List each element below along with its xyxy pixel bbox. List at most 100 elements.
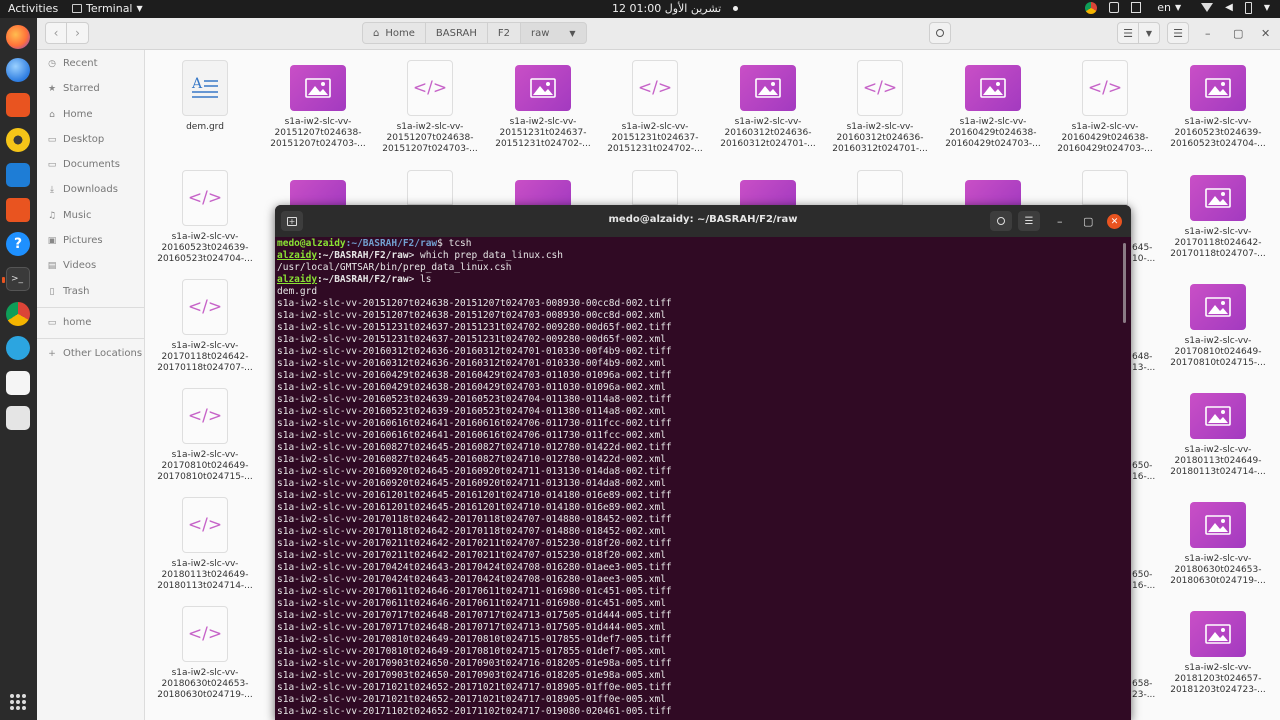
breadcrumb-raw-label: raw [530, 27, 550, 39]
thunderbird-icon[interactable] [6, 58, 30, 82]
breadcrumb-f2[interactable]: F2 [486, 22, 521, 44]
copy-tray-icon[interactable] [1109, 2, 1120, 13]
terminal-line: dem.grd [277, 286, 1117, 298]
files-icon[interactable] [6, 93, 30, 117]
file-name-fragment: 658- 23-... [1132, 679, 1156, 700]
terminal-output[interactable]: medo@alzaidy:~/BASRAH/F2/raw$ tcsh alzaid… [277, 238, 1117, 720]
prompt-path: :~/BASRAH/F2/raw [317, 274, 409, 285]
file-item[interactable]: </> s1a-iw2-slc-vv- 20180630t024653- 20180… [155, 606, 255, 701]
terminal-line: s1a-iw2-slc-vv-20160920t024645-20160920t… [277, 466, 1117, 478]
sidebar-item-label: Home [63, 109, 93, 120]
maximize-button[interactable]: ▢ [1233, 27, 1243, 40]
file-item[interactable]: </> s1a-iw2-slc-vv- 20160429t024638- 20160… [1055, 60, 1155, 155]
terminal-output-text: s1a-iw2-slc-vv-20161201t024645-20161201t… [277, 502, 666, 513]
forward-button[interactable]: › [67, 22, 89, 44]
breadcrumb-home[interactable]: ⌂ Home [362, 22, 426, 44]
file-name-fragment: 645- 10-... [1132, 243, 1156, 264]
file-name: s1a-iw2-slc-vv- 20160523t024639- 20160523t… [157, 232, 253, 264]
system-menu-caret-icon[interactable]: ▼ [1264, 3, 1270, 12]
file-name-fragment: 650- 16-... [1132, 570, 1156, 591]
writer-icon[interactable] [6, 163, 30, 187]
minimize-button[interactable]: – [1205, 27, 1211, 40]
clipboard-tray-icon[interactable] [1131, 2, 1142, 13]
file-name: s1a-iw2-slc-vv- 20180630t024653- 20180630t… [1170, 554, 1266, 586]
breadcrumb-basrah[interactable]: BASRAH [424, 22, 488, 44]
sidebar-item-music[interactable]: ♫ Music [47, 210, 92, 221]
sidebar-item-desktop[interactable]: ▭ Desktop [47, 134, 105, 145]
sidebar-item-home[interactable]: ⌂ Home [47, 109, 93, 120]
help-icon[interactable]: ? [6, 232, 30, 256]
view-options-button[interactable]: ▼ [1138, 22, 1160, 44]
terminal-output-text: s1a-iw2-slc-vv-20160523t024639-20160523t… [277, 406, 666, 417]
sidebar-item-starred[interactable]: ★ Starred [47, 83, 100, 94]
file-item[interactable]: </> s1a-iw2-slc-vv- 20151207t024638- 20151… [380, 60, 480, 155]
show-applications-icon[interactable] [10, 694, 26, 710]
file-item[interactable]: A dem.grd [155, 60, 255, 133]
chrome-icon[interactable] [6, 302, 30, 326]
file-item[interactable]: </> s1a-iw2-slc-vv- 20170810t024649- 20170… [155, 388, 255, 483]
view-list-button[interactable]: ☰ [1117, 22, 1139, 44]
chrome-tray-icon[interactable] [1085, 1, 1098, 14]
sidebar-item-videos[interactable]: ▤ Videos [47, 260, 97, 271]
file-item[interactable]: </> s1a-iw2-slc-vv- 20160312t024636- 20160… [830, 60, 930, 155]
sidebar-item-home-drive[interactable]: ▭ home [47, 317, 92, 328]
wifi-icon[interactable] [1201, 3, 1214, 12]
battery-icon[interactable] [1244, 1, 1252, 14]
terminal-line: s1a-iw2-slc-vv-20171021t024652-20171021t… [277, 682, 1117, 694]
sidebar-item-other-locations[interactable]: + Other Locations [47, 348, 142, 359]
hamburger-icon: ☰ [1024, 215, 1034, 227]
volume-icon[interactable]: ◀ [1225, 2, 1233, 13]
file-item[interactable]: </> s1a-iw2-slc-vv- 20180113t024649- 20180… [155, 497, 255, 592]
file-item[interactable]: s1a-iw2-slc-vv- 20160312t024636- 20160312t… [718, 60, 818, 150]
language-indicator[interactable]: en ▼ [1157, 1, 1181, 14]
rhythmbox-icon[interactable] [6, 128, 30, 152]
file-item[interactable]: s1a-iw2-slc-vv- 20151231t024637- 20151231t… [493, 60, 593, 150]
file-item[interactable]: s1a-iw2-slc-vv- 20160523t024639- 20160523t… [1168, 60, 1268, 150]
terminal-maximize-button[interactable]: ▢ [1083, 215, 1093, 228]
terminal-dock-icon[interactable]: >_ [2, 267, 30, 291]
file-item[interactable]: s1a-iw2-slc-vv- 20170118t024642- 20170118t… [1168, 170, 1268, 260]
terminal-output-text: s1a-iw2-slc-vv-20160920t024645-20160920t… [277, 478, 666, 489]
menu-button[interactable]: ☰ [1167, 22, 1189, 44]
terminal-search-button[interactable] [990, 211, 1012, 231]
terminal-menu-button[interactable]: ☰ [1018, 211, 1040, 231]
remote-viewer-icon[interactable] [6, 406, 30, 430]
telegram-icon[interactable] [6, 336, 30, 360]
back-button[interactable]: ‹ [45, 22, 67, 44]
firefox-icon[interactable] [6, 25, 30, 49]
terminal-line: s1a-iw2-slc-vv-20160616t024641-20160616t… [277, 418, 1117, 430]
sidebar-item-downloads[interactable]: ⤓ Downloads [47, 184, 118, 195]
text-editor-icon[interactable] [6, 371, 30, 395]
clock[interactable]: 12 تشرين الأول 01:00 [612, 2, 739, 15]
file-item[interactable]: s1a-iw2-slc-vv- 20170810t024649- 20170810t… [1168, 279, 1268, 369]
image-file-icon [290, 65, 346, 111]
app-menu[interactable]: Terminal ▼ [72, 2, 143, 15]
search-button[interactable] [929, 22, 951, 44]
terminal-scrollbar[interactable] [1123, 243, 1126, 323]
terminal-minimize-button[interactable]: – [1057, 215, 1063, 228]
top-bar: Activities Terminal ▼ 12 تشرين الأول 01:… [0, 0, 1280, 18]
file-item[interactable]: </> s1a-iw2-slc-vv- 20160523t024639- 20160… [155, 170, 255, 265]
close-button[interactable]: ✕ [1261, 27, 1270, 40]
terminal-window[interactable]: + medo@alzaidy: ~/BASRAH/F2/raw ☰ – ▢ ✕ … [275, 205, 1131, 720]
activities-button[interactable]: Activities [8, 2, 58, 15]
file-item[interactable]: s1a-iw2-slc-vv- 20180113t024649- 20180113t… [1168, 388, 1268, 478]
terminal-icon [72, 4, 82, 13]
system-tray: en ▼ ◀ ▼ [1085, 1, 1270, 14]
file-item[interactable]: s1a-iw2-slc-vv- 20180630t024653- 20180630t… [1168, 497, 1268, 587]
file-item[interactable]: s1a-iw2-slc-vv- 20160429t024638- 20160429t… [943, 60, 1043, 150]
sidebar-item-pictures[interactable]: ▣ Pictures [47, 235, 103, 246]
file-item[interactable]: </> s1a-iw2-slc-vv- 20151231t024637- 20151… [605, 60, 705, 155]
terminal-close-button[interactable]: ✕ [1107, 214, 1122, 229]
sidebar-item-documents[interactable]: ▭ Documents [47, 159, 120, 170]
terminal-line: s1a-iw2-slc-vv-20161201t024645-20161201t… [277, 490, 1117, 502]
file-item[interactable]: s1a-iw2-slc-vv- 20151207t024638- 20151207t… [268, 60, 368, 150]
sidebar-item-trash[interactable]: ▯ Trash [47, 286, 90, 297]
breadcrumb-raw[interactable]: raw ▼ [519, 22, 587, 44]
software-icon[interactable] [6, 198, 30, 222]
file-item[interactable]: </> s1a-iw2-slc-vv- 20170118t024642- 20170… [155, 279, 255, 374]
sidebar-item-recent[interactable]: ◷ Recent [47, 58, 98, 69]
file-name: s1a-iw2-slc-vv- 20170810t024649- 20170810t… [157, 450, 253, 482]
file-item[interactable]: s1a-iw2-slc-vv- 20181203t024657- 20181203t… [1168, 606, 1268, 696]
folder-icon: ▭ [47, 159, 57, 170]
